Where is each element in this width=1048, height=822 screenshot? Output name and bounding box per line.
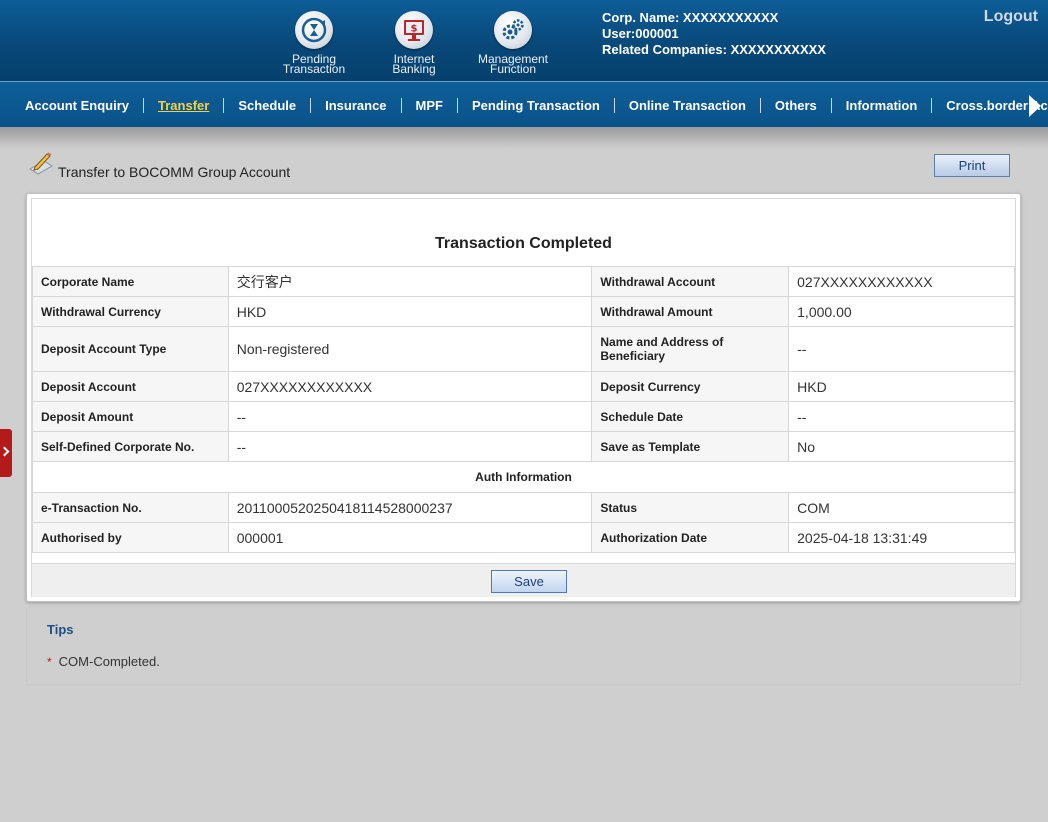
nav-scroll-right-icon[interactable] [1029, 95, 1041, 117]
field-label: Authorization Date [591, 522, 790, 553]
field-value: 027XXXXXXXXXXXX [227, 371, 593, 402]
main-nav: Account Enquiry Transfer Schedule Insura… [0, 81, 1048, 127]
shortcut-label-line2: Transaction [282, 62, 346, 76]
field-value: 000001 [227, 522, 593, 553]
nav-item-schedule[interactable]: Schedule [224, 97, 312, 113]
field-value: 2011000520250418114528000237 [227, 492, 593, 523]
internet-banking-shortcut[interactable]: $ Internet Banking [374, 11, 454, 76]
field-label: Deposit Amount [32, 401, 229, 432]
table-row: Deposit Account 027XXXXXXXXXXXX Deposit … [32, 371, 1015, 402]
field-label: Corporate Name [32, 266, 229, 297]
pending-transaction-shortcut[interactable]: Pending Transaction [274, 11, 354, 76]
monitor-dollar-icon: $ [395, 11, 433, 49]
nav-item-online-transaction[interactable]: Online Transaction [615, 97, 761, 113]
field-value: 交行客户 [227, 266, 593, 297]
field-label: Status [591, 492, 790, 523]
management-function-shortcut[interactable]: Management Function [473, 11, 553, 75]
svg-text:$: $ [411, 24, 418, 35]
user-id: User:000001 [602, 26, 679, 41]
tips-item: * COM-Completed. [47, 654, 160, 669]
field-label: Name and Address of Beneficiary [591, 326, 790, 372]
print-button[interactable]: Print [934, 154, 1010, 177]
field-label: Withdrawal Amount [591, 296, 790, 327]
tips-title: Tips [47, 622, 74, 637]
corp-name: Corp. Name: XXXXXXXXXXX [602, 10, 779, 25]
nav-item-account-enquiry[interactable]: Account Enquiry [11, 97, 145, 113]
nav-shadow [0, 127, 1048, 149]
page-title-text: Transfer to BOCOMM Group Account [58, 164, 291, 180]
table-section-row: Auth Information [32, 461, 1015, 493]
field-label: Deposit Account Type [32, 326, 229, 372]
table-row: Corporate Name 交行客户 Withdrawal Account 0… [32, 266, 1015, 297]
field-value: HKD [227, 296, 593, 327]
nav-item-information[interactable]: Information [832, 97, 933, 113]
hourglass-icon [295, 11, 333, 49]
field-label: e-Transaction No. [32, 492, 229, 523]
field-value: Non-registered [227, 326, 593, 372]
field-label: Schedule Date [591, 401, 790, 432]
field-value: No [788, 431, 1015, 462]
nav-item-transfer[interactable]: Transfer [144, 97, 225, 113]
top-header: Pending Transaction $ Internet Banking M… [0, 0, 1048, 81]
field-value: 2025-04-18 13:31:49 [788, 522, 1015, 553]
logout-button[interactable]: Logout [984, 8, 1038, 26]
table-row: Deposit Account Type Non-registered Name… [32, 326, 1015, 372]
nav-item-pending-transaction[interactable]: Pending Transaction [458, 97, 615, 113]
save-button[interactable]: Save [491, 570, 567, 593]
field-value: -- [227, 401, 593, 432]
auth-information-heading: Auth Information [32, 461, 1015, 493]
related-companies: Related Companies: XXXXXXXXXXX [602, 42, 826, 57]
field-label: Authorised by [32, 522, 229, 553]
field-value: -- [227, 431, 593, 462]
field-value: 027XXXXXXXXXXXX [788, 266, 1015, 297]
table-row: Deposit Amount -- Schedule Date -- [32, 401, 1015, 432]
table-row: Self-Defined Corporate No. -- Save as Te… [32, 431, 1015, 462]
table-row: e-Transaction No. 2011000520250418114528… [32, 492, 1015, 523]
field-label: Withdrawal Account [591, 266, 790, 297]
transaction-details-table: Corporate Name 交行客户 Withdrawal Account 0… [32, 266, 1015, 553]
field-label: Withdrawal Currency [32, 296, 229, 327]
table-row: Authorised by 000001 Authorization Date … [32, 522, 1015, 553]
field-value: -- [788, 401, 1015, 432]
field-label: Deposit Account [32, 371, 229, 402]
save-row: Save [32, 563, 1015, 597]
field-value: HKD [788, 371, 1015, 402]
field-label: Deposit Currency [591, 371, 790, 402]
field-value: COM [788, 492, 1015, 523]
nav-item-insurance[interactable]: Insurance [311, 97, 402, 113]
field-label: Self-Defined Corporate No. [32, 431, 229, 462]
tips-box: Tips * COM-Completed. [26, 608, 1021, 685]
gears-icon [494, 11, 532, 49]
nav-item-mpf[interactable]: MPF [402, 97, 458, 113]
table-row: Withdrawal Currency HKD Withdrawal Amoun… [32, 296, 1015, 327]
side-panel-toggle-icon[interactable] [0, 429, 12, 477]
asterisk-icon: * [47, 655, 52, 669]
field-value: -- [788, 326, 1015, 372]
tips-item-text: COM-Completed. [58, 654, 160, 669]
field-label: Save as Template [591, 431, 790, 462]
corporate-info: Corp. Name: XXXXXXXXXXX User:000001 Rela… [602, 10, 826, 58]
page-title: Transfer to BOCOMM Group Account [28, 151, 290, 180]
transaction-panel-inner: Transaction Completed Corporate Name 交行客… [31, 198, 1016, 597]
transaction-heading: Transaction Completed [435, 235, 612, 252]
field-value: 1,000.00 [788, 296, 1015, 327]
shortcut-label-line2: Banking [392, 62, 436, 76]
nav-item-others[interactable]: Others [761, 97, 832, 113]
pencil-edit-icon [28, 151, 54, 180]
transaction-panel: Transaction Completed Corporate Name 交行客… [26, 193, 1021, 602]
